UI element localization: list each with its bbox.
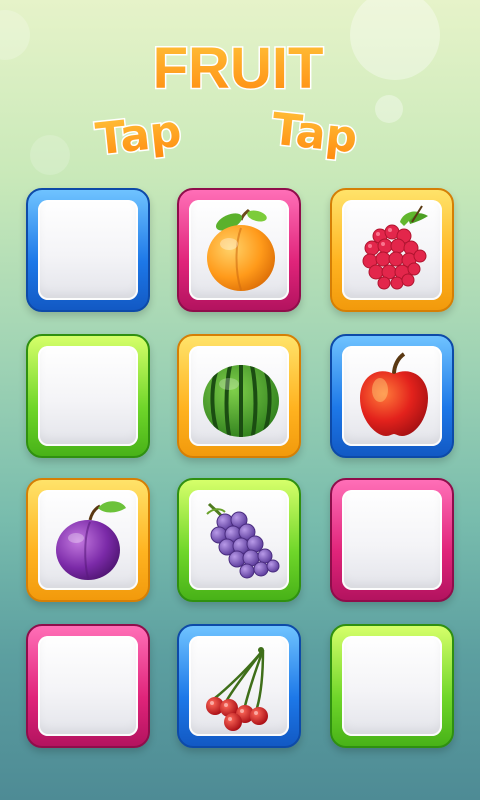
tile-face — [38, 490, 138, 590]
grapes-icon — [206, 502, 280, 579]
title-fruit: FRUIT — [153, 36, 324, 101]
tile-2-2[interactable] — [177, 334, 301, 458]
tile-face — [38, 200, 138, 300]
tile-1-1[interactable] — [26, 188, 150, 312]
tile-face — [189, 200, 289, 300]
tile-face — [38, 636, 138, 736]
tile-2-1[interactable] — [26, 334, 150, 458]
tile-face — [342, 636, 442, 736]
tile-4-2[interactable] — [177, 624, 301, 748]
tile-face — [342, 346, 442, 446]
tile-4-1[interactable] — [26, 624, 150, 748]
tile-3-3[interactable] — [330, 478, 454, 602]
apple-icon — [360, 352, 428, 436]
tile-1-3[interactable] — [330, 188, 454, 312]
tile-1-2[interactable] — [177, 188, 301, 312]
watermelon-icon — [203, 365, 279, 437]
tile-3-2[interactable] — [177, 478, 301, 602]
tile-face — [189, 490, 289, 590]
tile-4-3[interactable] — [330, 624, 454, 748]
raspberry-icon — [362, 205, 428, 290]
tile-face — [189, 636, 289, 736]
cherries-icon — [206, 647, 268, 731]
tile-face — [189, 346, 289, 446]
tile-2-3[interactable] — [330, 334, 454, 458]
plum-icon — [56, 501, 126, 580]
tile-face — [342, 200, 442, 300]
peach-icon — [207, 208, 275, 291]
tile-face — [38, 346, 138, 446]
tile-face — [342, 490, 442, 590]
tile-3-1[interactable] — [26, 478, 150, 602]
title-tap-right: Tap — [269, 104, 359, 164]
title-tap-left: Tap — [93, 106, 183, 166]
game-title: FRUIT Tap Tap — [0, 0, 480, 175]
